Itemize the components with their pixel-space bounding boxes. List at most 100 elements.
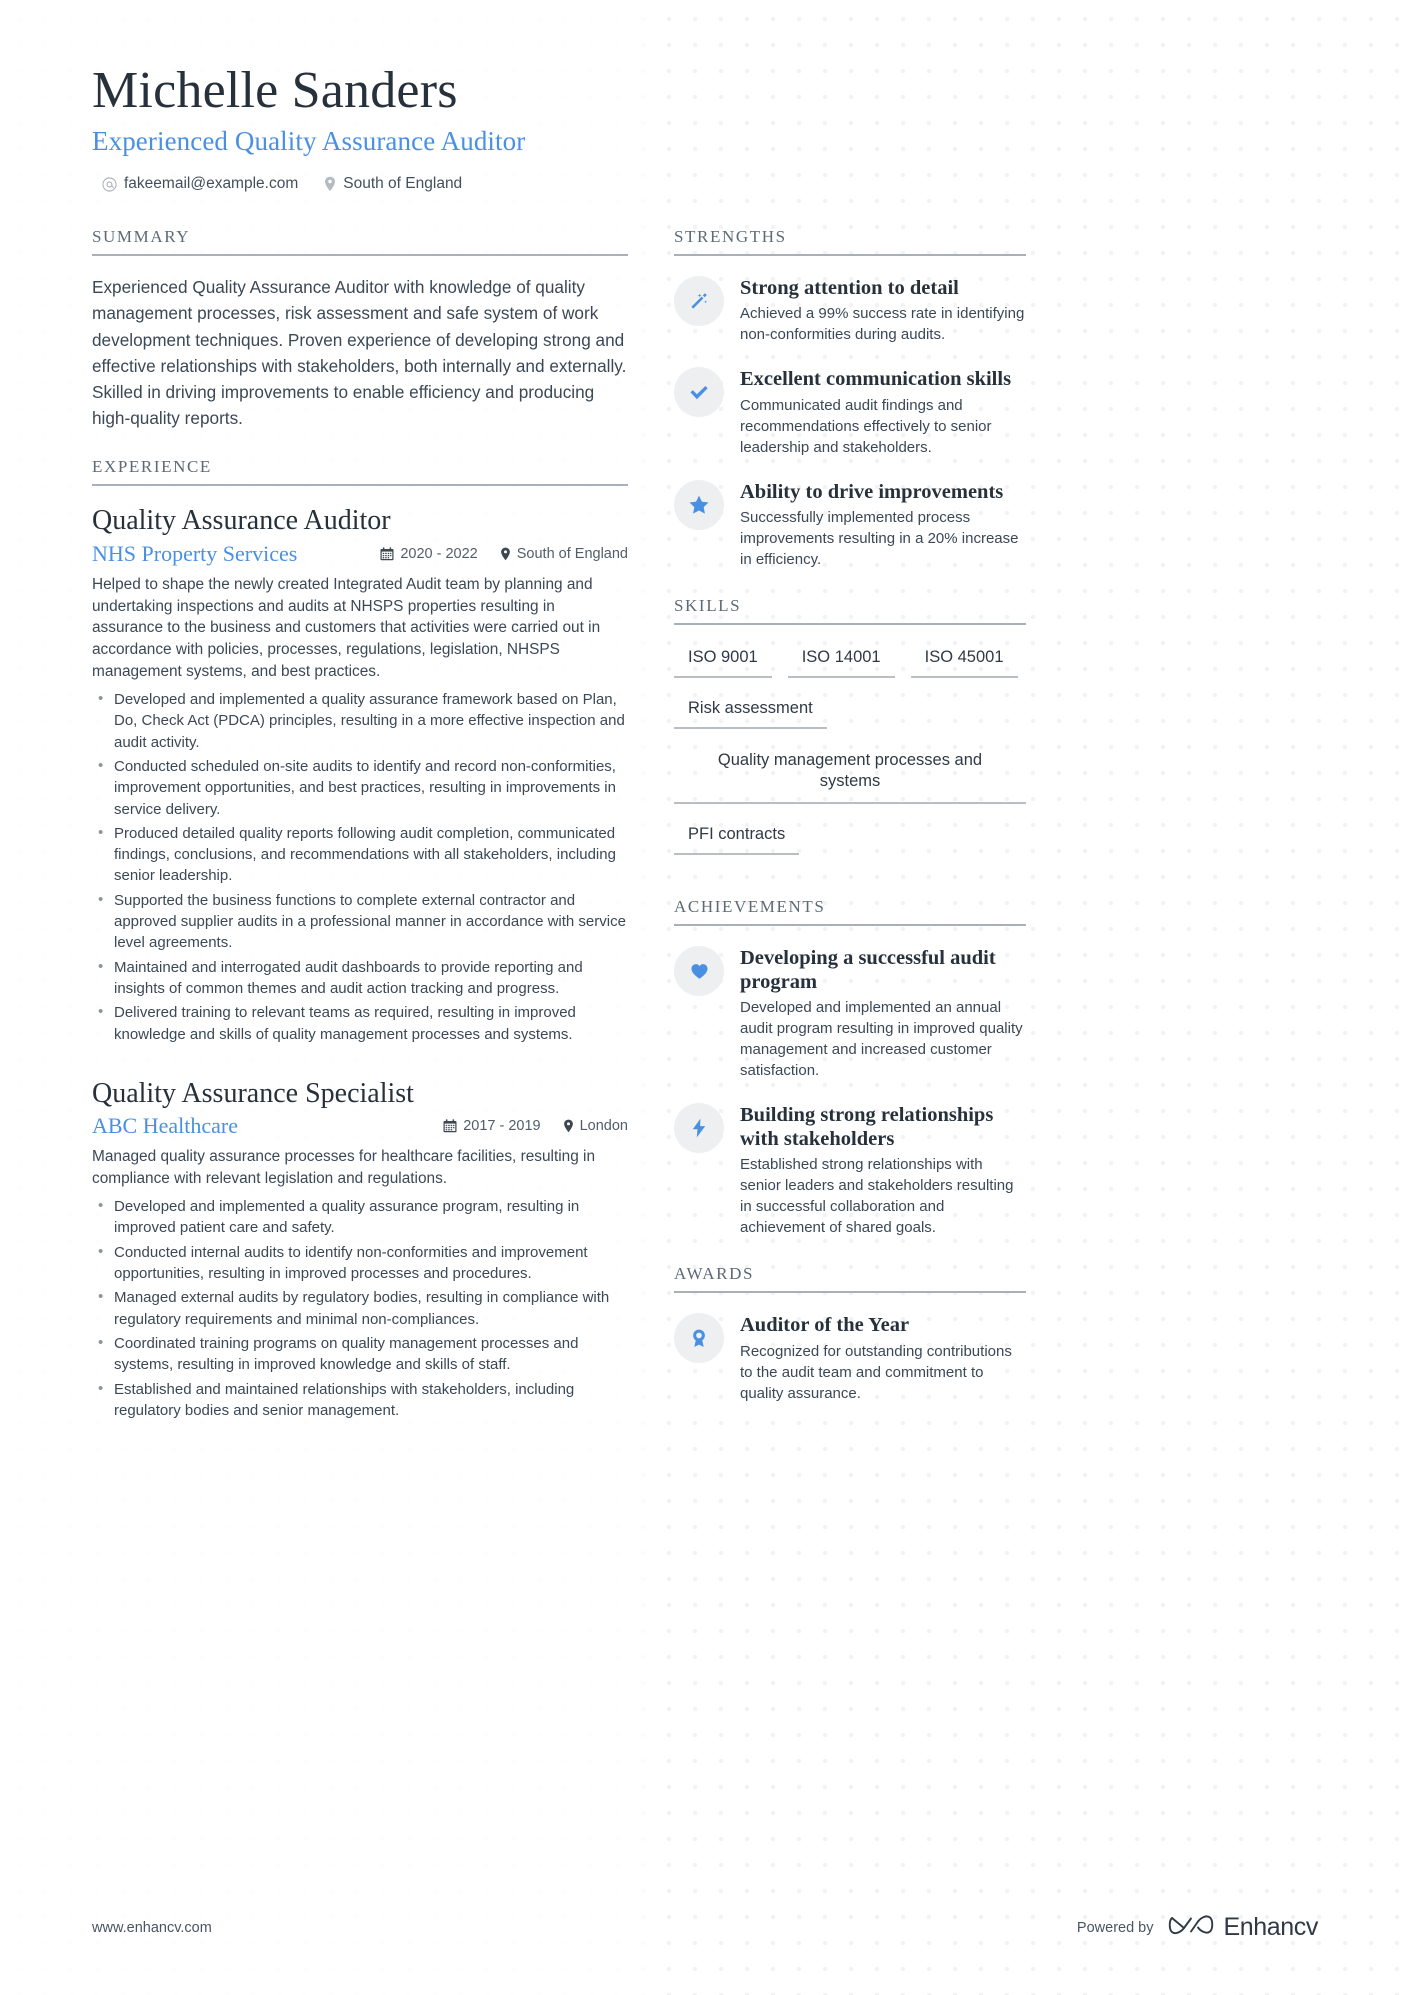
skill-chip: Quality management processes and systems [674, 745, 1026, 804]
resume-header: Michelle Sanders Experienced Quality Ass… [92, 62, 1318, 193]
medal-icon [688, 1327, 710, 1349]
strength-body: Ability to drive improvements Successful… [740, 478, 1026, 570]
skills-list: ISO 9001 ISO 14001 ISO 45001 Risk assess… [674, 643, 1026, 871]
strength-item: Strong attention to detail Achieved a 99… [674, 274, 1026, 345]
enhancv-wordmark: Enhancv [1223, 1913, 1319, 1941]
page-title: Michelle Sanders [92, 62, 458, 119]
skill-chip: Risk assessment [674, 694, 827, 729]
job-dates: 2020 - 2022 [380, 545, 478, 562]
resume-body: SUMMARY Experienced Quality Assurance Au… [92, 227, 1318, 1447]
section-achievements: ACHIEVEMENTS Developing a successful aud… [674, 897, 1026, 1239]
job-dates-text: 2017 - 2019 [463, 1118, 541, 1135]
job-title: Quality Assurance Auditor [92, 505, 391, 537]
contact-location-text: South of England [343, 175, 463, 193]
map-pin-icon [500, 547, 511, 561]
list-item: Managed external audits by regulatory bo… [92, 1286, 628, 1330]
heart-icon [688, 959, 711, 982]
list-item: Coordinated training programs on quality… [92, 1332, 628, 1376]
job-location-text: South of England [516, 545, 628, 562]
skill-chip: ISO 14001 [787, 643, 895, 678]
job-dates-text: 2020 - 2022 [400, 545, 478, 562]
section-title-strengths: STRENGTHS [674, 227, 1026, 257]
section-experience: EXPERIENCE Quality Assurance Auditor NHS… [92, 457, 628, 1421]
experience-entry: Quality Assurance Auditor NHS Property S… [92, 504, 628, 1045]
list-item: Conducted scheduled on-site audits to id… [92, 755, 628, 820]
check-icon [687, 380, 711, 404]
section-strengths: STRENGTHS Strong attention to detail Ach… [674, 227, 1026, 570]
section-skills: SKILLS ISO 9001 ISO 14001 ISO 45001 Risk… [674, 596, 1026, 871]
strength-desc: Achieved a 99% success rate in identifyi… [740, 305, 1025, 344]
achievement-body: Building strong relationships with stake… [740, 1101, 1026, 1238]
footer-url[interactable]: www.enhancv.com [92, 1920, 212, 1936]
job-bullet-list: Developed and implemented a quality assu… [92, 1195, 628, 1422]
job-meta-row: NHS Property Services 2020 - 2022 South … [92, 541, 628, 567]
strength-icon-badge [674, 479, 724, 530]
enhancv-logo-icon [1168, 1912, 1214, 1943]
job-location-text: London [579, 1118, 628, 1135]
map-pin-icon [324, 176, 336, 192]
strength-body: Excellent communication skills Communica… [740, 365, 1026, 457]
achievement-body: Developing a successful audit program De… [740, 944, 1026, 1081]
achievement-item: Developing a successful audit program De… [674, 944, 1026, 1081]
job-bullet-list: Developed and implemented a quality assu… [92, 688, 628, 1045]
list-item: Produced detailed quality reports follow… [92, 822, 628, 887]
award-title: Auditor of the Year [740, 1314, 910, 1337]
section-title-experience: EXPERIENCE [92, 457, 628, 487]
map-pin-icon [563, 1119, 574, 1133]
achievement-icon-badge [674, 1103, 724, 1154]
right-column: STRENGTHS Strong attention to detail Ach… [674, 227, 1026, 1429]
job-description: Helped to shape the newly created Integr… [92, 575, 601, 681]
section-title-achievements: ACHIEVEMENTS [674, 897, 1026, 926]
contact-row: fakeemail@example.com South of England [92, 175, 1318, 193]
strength-title: Excellent communication skills [740, 368, 1012, 391]
strength-desc: Communicated audit findings and recommen… [740, 396, 992, 456]
list-item: Delivered training to relevant teams as … [92, 1001, 628, 1045]
left-column: SUMMARY Experienced Quality Assurance Au… [92, 227, 628, 1447]
list-item: Developed and implemented a quality assu… [92, 688, 628, 753]
strength-icon-badge [674, 367, 724, 418]
resume-page: Michelle Sanders Experienced Quality Ass… [0, 0, 1410, 1995]
strength-body: Strong attention to detail Achieved a 99… [740, 274, 1026, 345]
powered-by-label: Powered by [1076, 1919, 1154, 1936]
section-title-awards: AWARDS [674, 1264, 1026, 1294]
award-item: Auditor of the Year Recognized for outst… [674, 1311, 1026, 1403]
footer-brand-group: Powered by Enhancv [1077, 1912, 1318, 1943]
list-item: Supported the business functions to comp… [92, 889, 628, 954]
section-summary: SUMMARY Experienced Quality Assurance Au… [92, 227, 628, 431]
section-title-skills: SKILLS [674, 596, 1026, 625]
achievement-item: Building strong relationships with stake… [674, 1101, 1026, 1238]
strength-item: Ability to drive improvements Successful… [674, 478, 1026, 570]
achievement-desc: Developed and implemented an annual audi… [740, 999, 1023, 1080]
contact-email-text: fakeemail@example.com [124, 175, 299, 193]
strength-icon-badge [674, 276, 724, 327]
enhancv-brand[interactable]: Enhancv [1168, 1912, 1319, 1943]
award-body: Auditor of the Year Recognized for outst… [740, 1311, 1026, 1403]
page-footer: www.enhancv.com Powered by Enhancv [0, 1912, 1410, 1995]
calendar-icon [380, 547, 394, 561]
calendar-icon [443, 1119, 457, 1133]
list-item: Conducted internal audits to identify no… [92, 1241, 628, 1285]
achievement-title: Developing a successful audit program [740, 946, 996, 993]
achievement-desc: Established strong relationships with se… [740, 1156, 1014, 1237]
skill-chip: ISO 45001 [910, 643, 1018, 678]
job-dates: 2017 - 2019 [443, 1118, 541, 1135]
achievement-icon-badge [674, 945, 724, 996]
professional-headline: Experienced Quality Assurance Auditor [92, 126, 526, 157]
job-company: ABC Healthcare [92, 1113, 238, 1139]
strength-item: Excellent communication skills Communica… [674, 365, 1026, 457]
star-icon [687, 493, 711, 517]
at-sign-icon [102, 177, 117, 192]
list-item: Established and maintained relationships… [92, 1378, 628, 1422]
contact-email[interactable]: fakeemail@example.com [102, 175, 298, 193]
strength-title: Ability to drive improvements [740, 480, 1004, 503]
strength-desc: Successfully implemented process improve… [740, 508, 1019, 568]
job-meta-row: ABC Healthcare 2017 - 2019 London [92, 1113, 628, 1139]
strength-title: Strong attention to detail [740, 277, 959, 300]
job-title: Quality Assurance Specialist [92, 1077, 414, 1109]
award-icon-badge [674, 1313, 724, 1364]
experience-entry: Quality Assurance Specialist ABC Healthc… [92, 1077, 628, 1421]
list-item: Developed and implemented a quality assu… [92, 1195, 628, 1239]
list-item: Maintained and interrogated audit dashbo… [92, 956, 628, 1000]
skill-chip: ISO 9001 [674, 643, 772, 678]
